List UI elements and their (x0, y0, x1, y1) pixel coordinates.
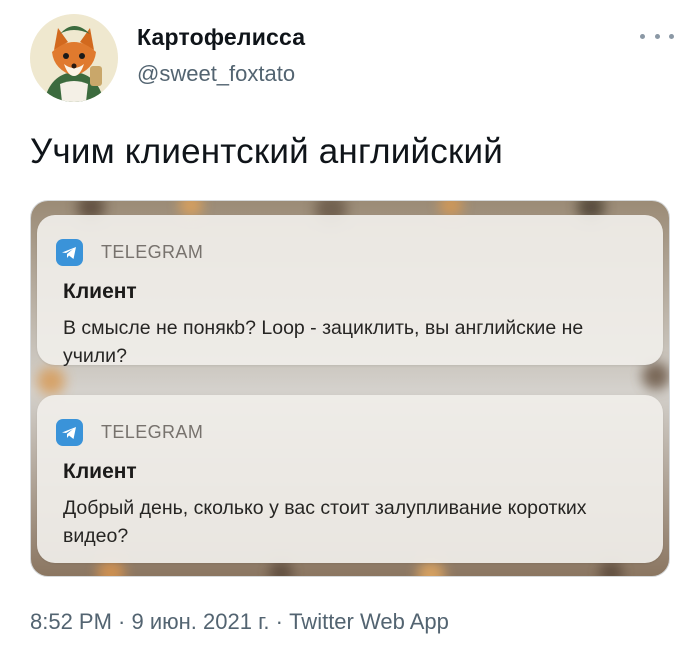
tweet-source-link[interactable]: Twitter Web App (289, 609, 449, 634)
author-display-name[interactable]: Картофелисса (137, 24, 305, 51)
telegram-icon (56, 419, 83, 446)
author-handle[interactable]: @sweet_foxtato (137, 61, 295, 87)
meta-separator: · (111, 609, 132, 634)
tweet-metadata: 8:52 PM · 9 июн. 2021 г. · Twitter Web A… (30, 609, 449, 635)
tweet: Картофелисса @sweet_foxtato Учим клиентс… (0, 0, 700, 655)
author-avatar[interactable] (30, 14, 118, 102)
fox-avatar-icon (30, 14, 118, 102)
tweet-time: 8:52 PM (30, 609, 112, 634)
notification-message: Добрый день, сколько у вас стоит залупли… (63, 497, 587, 547)
telegram-icon (56, 239, 83, 266)
notification-message: В смысле не понякb? Loop - зациклить, вы… (63, 317, 584, 367)
tweet-timestamp-link[interactable]: 8:52 PM · 9 июн. 2021 г. (30, 609, 270, 634)
tweet-text: Учим клиентский английский (30, 132, 503, 171)
tweet-date: 9 июн. 2021 г. (131, 609, 270, 634)
more-options-icon[interactable] (640, 26, 674, 46)
meta-separator: · (269, 609, 290, 634)
notification-app-name: TELEGRAM (101, 242, 204, 262)
notification-card[interactable]: TELEGRAM Клиент Добрый день, сколько у в… (37, 395, 663, 563)
notification-sender: Клиент (63, 280, 137, 303)
tweet-photo[interactable]: TELEGRAM Клиент В смысле не понякb? Loop… (30, 200, 670, 577)
notification-card[interactable]: TELEGRAM Клиент В смысле не понякb? Loop… (37, 215, 663, 367)
notification-app-name: TELEGRAM (101, 422, 204, 442)
notification-sender: Клиент (63, 460, 137, 483)
